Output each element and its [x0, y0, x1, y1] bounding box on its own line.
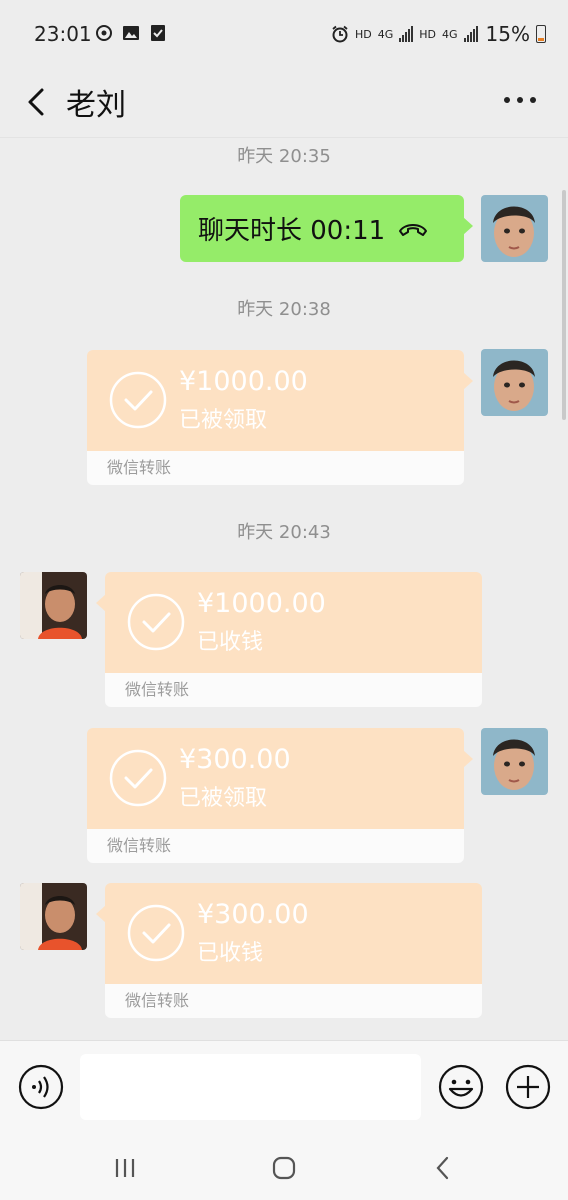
check-circle-icon	[109, 371, 167, 429]
alarm-icon	[332, 25, 348, 43]
transfer-label: 微信转账	[87, 451, 464, 485]
transfer-label: 微信转账	[87, 829, 464, 863]
transfer-label: 微信转账	[105, 673, 482, 707]
check-circle-icon	[109, 749, 167, 807]
hd-label-2: HD	[419, 27, 437, 41]
gallery-icon	[123, 26, 139, 40]
avatar-self[interactable]	[481, 728, 548, 795]
transfer-status: 已收钱	[197, 941, 264, 966]
call-record-bubble[interactable]: 聊天时长 00:11	[180, 195, 473, 262]
recent-apps-icon[interactable]	[110, 1153, 140, 1183]
input-bar	[0, 1040, 568, 1135]
signal-icon-2	[463, 26, 478, 42]
avatar-contact[interactable]	[20, 572, 87, 639]
more-dots-icon[interactable]	[500, 90, 540, 110]
plus-icon[interactable]	[505, 1064, 551, 1110]
transfer-amount: ¥1000.00	[197, 588, 326, 619]
transfer-amount: ¥300.00	[179, 744, 291, 775]
status-right: HD 4G HD 4G 15%	[331, 22, 546, 46]
scrollbar[interactable]	[562, 190, 566, 420]
net-label-2: 4G	[442, 27, 458, 41]
transfer-bubble[interactable]: ¥1000.00 已被领取 微信转账	[87, 350, 473, 485]
home-icon[interactable]	[269, 1153, 299, 1183]
net-label-1: 4G	[377, 27, 394, 41]
timestamp: 昨天 20:38	[237, 299, 331, 320]
emoji-icon[interactable]	[438, 1064, 484, 1110]
timestamp: 昨天 20:43	[237, 522, 331, 543]
transfer-amount: ¥300.00	[197, 899, 309, 930]
message-input[interactable]	[80, 1054, 421, 1120]
back-nav-icon[interactable]	[428, 1153, 458, 1183]
back-arrow-icon[interactable]	[18, 82, 58, 122]
avatar-self[interactable]	[481, 195, 548, 262]
status-time: 23:01	[34, 22, 92, 46]
battery-icon	[536, 25, 546, 43]
check-circle-icon	[127, 593, 185, 651]
chat-header: 老刘	[0, 70, 568, 138]
transfer-status: 已被领取	[179, 786, 268, 811]
avatar-self[interactable]	[481, 349, 548, 416]
status-bar: 23:01 HD 4G HD 4G 15%	[0, 0, 568, 70]
voice-icon[interactable]	[18, 1064, 64, 1110]
signal-icon-1	[399, 26, 414, 42]
avatar-contact[interactable]	[20, 883, 87, 950]
task-check-icon	[151, 25, 165, 41]
transfer-bubble[interactable]: ¥1000.00 已收钱 微信转账	[96, 572, 482, 707]
transfer-bubble[interactable]: ¥300.00 已收钱 微信转账	[96, 883, 482, 1018]
sync-icon	[96, 25, 112, 41]
chat-title: 老刘	[66, 88, 126, 123]
transfer-bubble[interactable]: ¥300.00 已被领取 微信转账	[87, 728, 473, 863]
transfer-status: 已被领取	[179, 408, 268, 433]
transfer-amount: ¥1000.00	[179, 366, 308, 397]
transfer-label: 微信转账	[105, 984, 482, 1018]
timestamp: 昨天 20:35	[237, 146, 331, 167]
battery-percent: 15%	[485, 22, 530, 46]
system-nav-bar	[0, 1135, 568, 1200]
check-circle-icon	[127, 904, 185, 962]
phone-hangup-icon	[399, 223, 428, 236]
chat-area[interactable]: 昨天 20:35 聊天时长 00:11 昨天 20:38 ¥1000.00 已被…	[0, 139, 568, 1039]
hd-label-1: HD	[354, 27, 372, 41]
call-duration-text: 聊天时长 00:11	[198, 216, 386, 246]
transfer-status: 已收钱	[197, 630, 264, 655]
